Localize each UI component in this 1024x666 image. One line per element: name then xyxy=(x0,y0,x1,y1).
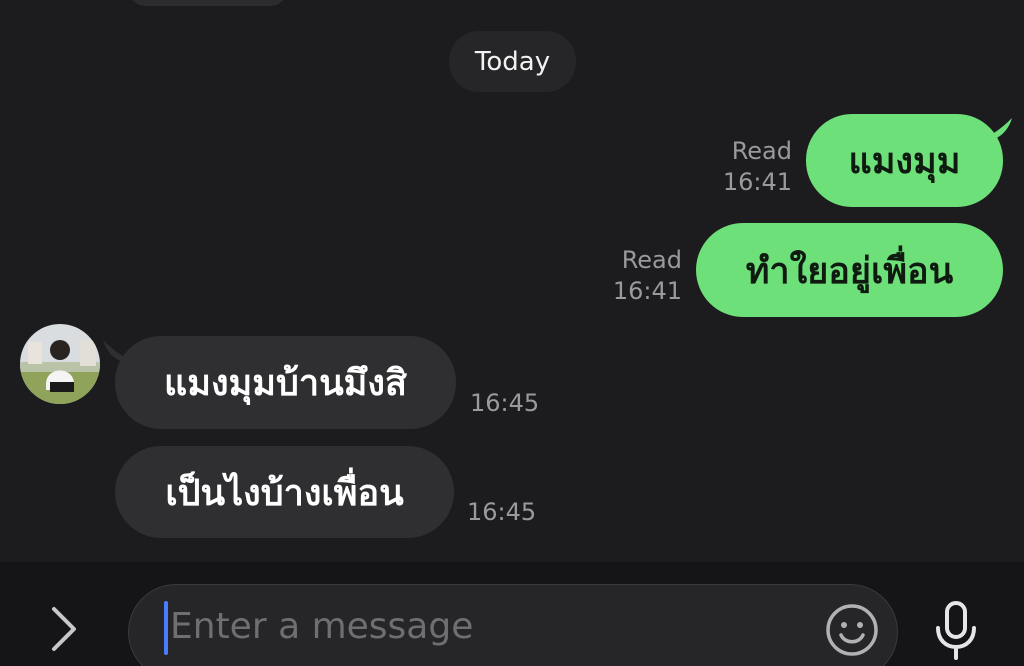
date-separator: Today xyxy=(449,31,576,92)
message-time: 16:45 xyxy=(467,498,537,526)
chat-area: Today Read 16:41 แมงมุม Read 16:41 ทำใยอ… xyxy=(0,0,1024,562)
message-time: 16:41 xyxy=(722,168,792,196)
outgoing-message[interactable]: แมงมุม xyxy=(806,114,1003,207)
chevron-right-icon[interactable] xyxy=(44,603,84,655)
previous-message-bubble xyxy=(128,0,288,6)
message-time: 16:45 xyxy=(470,389,540,417)
avatar-image xyxy=(20,324,100,404)
text-cursor xyxy=(164,601,168,655)
message-meta: Read 16:41 xyxy=(700,136,792,198)
message-input-placeholder: Enter a message xyxy=(170,606,474,647)
incoming-message[interactable]: เป็นไงบ้างเพื่อน xyxy=(115,446,454,538)
read-status: Read xyxy=(621,246,682,274)
outgoing-message[interactable]: ทำใยอยู่เพื่อน xyxy=(696,223,1003,317)
message-time: 16:41 xyxy=(612,277,682,305)
incoming-message[interactable]: แมงมุมบ้านมึงสิ xyxy=(115,336,456,429)
emoji-icon[interactable] xyxy=(824,602,880,658)
avatar[interactable] xyxy=(20,324,100,404)
read-status: Read xyxy=(731,137,792,165)
message-meta: Read 16:41 xyxy=(590,245,682,307)
microphone-icon[interactable] xyxy=(930,600,982,662)
